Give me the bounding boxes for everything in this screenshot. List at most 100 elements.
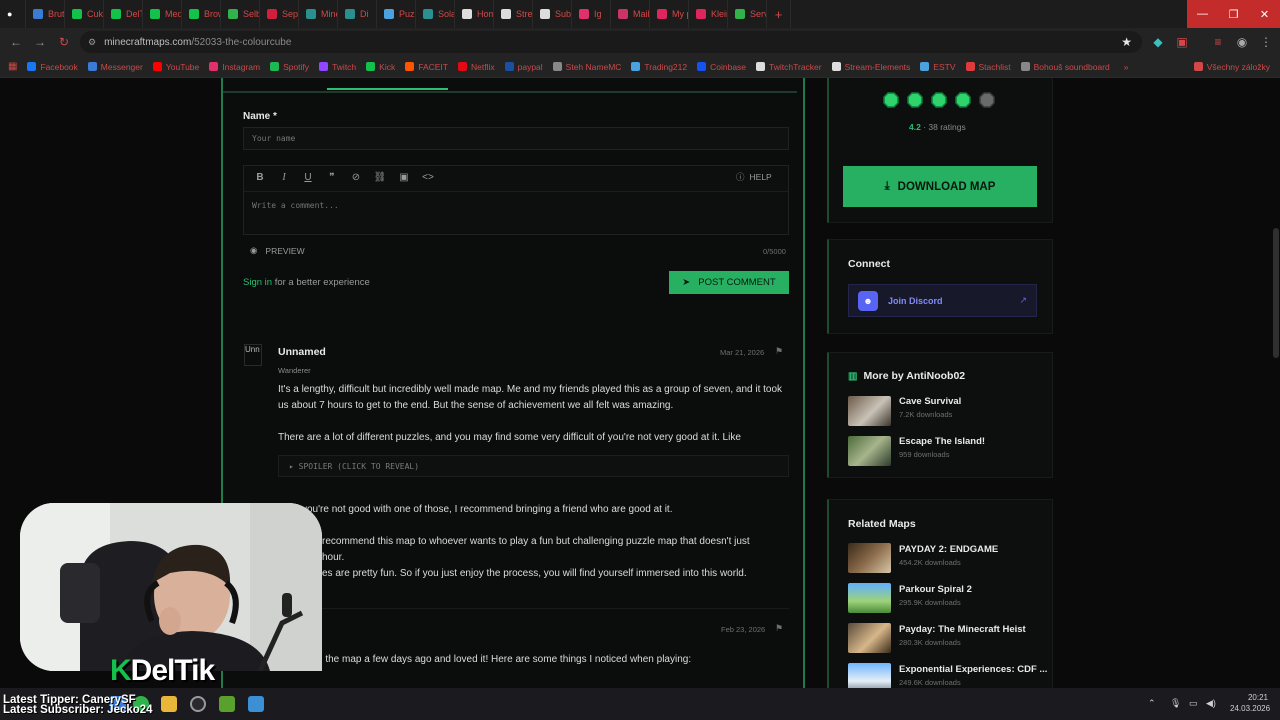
bookmark-star-icon[interactable]: ★ — [1121, 35, 1132, 49]
extension-icon[interactable]: ◆ — [1146, 30, 1170, 54]
network-icon[interactable]: ▭ — [1189, 698, 1198, 709]
browser-menu-button[interactable]: ● — [0, 0, 26, 28]
browser-tab[interactable]: Meduo — [143, 0, 182, 28]
browser-tab[interactable]: Minec — [299, 0, 338, 28]
app-icon[interactable] — [248, 696, 264, 712]
site-info-icon[interactable]: ⚙ — [88, 37, 96, 48]
comment-author[interactable]: Unnamed — [278, 346, 326, 358]
back-icon[interactable]: ← — [4, 30, 28, 54]
map-thumbnail[interactable] — [848, 583, 891, 613]
browser-tab[interactable]: Selbou — [221, 0, 260, 28]
close-window-button[interactable]: ✕ — [1249, 0, 1280, 28]
page-scrollbar-thumb[interactable] — [1273, 228, 1279, 358]
extension-icon[interactable]: ▣ — [1170, 30, 1194, 54]
tray-overflow-icon[interactable]: ⌃ — [1148, 698, 1156, 709]
file-explorer-icon[interactable] — [161, 696, 177, 712]
bookmark-item[interactable]: Coinbase — [697, 62, 746, 72]
minimize-button[interactable]: — — [1187, 0, 1218, 28]
browser-tab[interactable]: Mail — [611, 0, 650, 28]
profile-avatar-icon[interactable]: ◉ — [1230, 30, 1254, 54]
underline-icon[interactable]: U — [300, 169, 316, 185]
bookmark-item[interactable]: Messenger — [87, 62, 143, 72]
volume-icon[interactable]: ◀) — [1206, 698, 1216, 709]
sign-in-link[interactable]: Sign in — [243, 277, 272, 288]
bold-icon[interactable]: B — [252, 169, 268, 185]
browser-tab[interactable]: Subar — [533, 0, 572, 28]
url-field[interactable]: ⚙ minecraftmaps.com/52033-the-colourcube… — [80, 31, 1142, 53]
map-title[interactable]: Exponential Experiences: CDF ... — [899, 664, 1047, 675]
clock[interactable]: 20:21 24.03.2026 — [1230, 692, 1270, 714]
extension-icon[interactable]: ≡ — [1206, 30, 1230, 54]
new-tab-button[interactable]: + — [767, 0, 791, 28]
bookmark-item[interactable]: Facebook — [27, 62, 78, 72]
preview-toggle[interactable]: ◉ PREVIEW — [250, 245, 305, 256]
browser-tab[interactable]: Server — [728, 0, 767, 28]
emerald-filled-icon[interactable] — [931, 92, 947, 108]
italic-icon[interactable]: I — [276, 169, 292, 185]
bookmarks-overflow-icon[interactable]: » — [1124, 62, 1129, 72]
map-thumbnail[interactable] — [848, 543, 891, 573]
bookmark-item[interactable]: Netflix — [457, 62, 495, 72]
browser-tab[interactable]: Ig — [572, 0, 611, 28]
bookmark-item[interactable]: YouTube — [152, 62, 199, 72]
bookmark-item[interactable]: Twitch — [319, 62, 356, 72]
bookmark-item[interactable]: Trading212 — [631, 62, 687, 72]
download-map-button[interactable]: ⤓ DOWNLOAD MAP — [843, 166, 1037, 207]
code-icon[interactable]: <> — [420, 169, 436, 185]
browser-tab[interactable]: Solar c — [416, 0, 455, 28]
report-flag-icon[interactable]: ⚑ — [775, 346, 783, 357]
image-icon[interactable]: ▣ — [396, 169, 412, 185]
maximize-button[interactable]: ❐ — [1218, 0, 1249, 28]
reload-icon[interactable]: ↻ — [52, 30, 76, 54]
browser-tab[interactable]: DelTik — [104, 0, 143, 28]
browser-tab[interactable]: My pe — [650, 0, 689, 28]
spoiler-toggle[interactable]: ▸ SPOILER (CLICK TO REVEAL) — [278, 455, 789, 477]
bookmark-item[interactable]: Stachlist — [965, 62, 1011, 72]
all-bookmarks-folder[interactable]: Všechny záložky — [1193, 62, 1270, 72]
browser-menu-icon[interactable]: ⋮ — [1254, 30, 1278, 54]
bookmark-item[interactable]: Bohouš soundboard — [1020, 62, 1110, 72]
spoiler-eye-off-icon[interactable]: ⊘ — [348, 169, 364, 185]
bookmark-item[interactable]: Instagram — [209, 62, 260, 72]
report-flag-icon[interactable]: ⚑ — [775, 623, 783, 634]
obs-icon[interactable] — [190, 696, 206, 712]
bookmark-item[interactable]: Kick — [366, 62, 395, 72]
forward-icon[interactable]: → — [28, 30, 52, 54]
quote-icon[interactable]: ❞ — [324, 169, 340, 185]
join-discord-button[interactable]: ☻ Join Discord ↗ — [848, 284, 1037, 317]
browser-tab[interactable]: Di — [338, 0, 377, 28]
map-title[interactable]: Cave Survival — [899, 396, 961, 407]
bookmark-item[interactable]: Steh NameMC — [552, 62, 621, 72]
browser-tab[interactable]: Stream — [494, 0, 533, 28]
map-thumbnail[interactable] — [848, 663, 891, 688]
bookmark-item[interactable]: TwitchTracker — [756, 62, 822, 72]
bookmark-item[interactable]: paypal — [504, 62, 543, 72]
map-title[interactable]: Parkour Spiral 2 — [899, 584, 972, 595]
browser-tab[interactable]: Seplor — [260, 0, 299, 28]
bookmark-item[interactable]: ESTV — [920, 62, 956, 72]
browser-tab[interactable]: Browsr — [182, 0, 221, 28]
emerald-filled-icon[interactable] — [883, 92, 899, 108]
microphone-icon[interactable]: 🎙 — [1170, 698, 1181, 709]
emerald-filled-icon[interactable] — [907, 92, 923, 108]
browser-tab[interactable]: Cuky2 — [65, 0, 104, 28]
map-title[interactable]: PAYDAY 2: ENDGAME — [899, 544, 998, 555]
browser-tab[interactable]: Home — [455, 0, 494, 28]
link-icon[interactable]: ⛓ — [372, 169, 388, 185]
map-title[interactable]: Payday: The Minecraft Heist — [899, 624, 1026, 635]
post-comment-button[interactable]: ➤ POST COMMENT — [669, 271, 789, 294]
bookmark-item[interactable]: Stream-Elements — [831, 62, 910, 72]
map-thumbnail[interactable] — [848, 396, 891, 426]
emerald-filled-icon[interactable] — [955, 92, 971, 108]
map-thumbnail[interactable] — [848, 436, 891, 466]
browser-tab[interactable]: Brutho — [26, 0, 65, 28]
help-button[interactable]: ⓘ HELP — [736, 171, 772, 183]
map-thumbnail[interactable] — [848, 623, 891, 653]
browser-tab[interactable]: Puzzle — [377, 0, 416, 28]
bookmark-item[interactable]: Spotify — [270, 62, 309, 72]
browser-tab[interactable]: Kleiro — [689, 0, 728, 28]
name-input[interactable] — [243, 127, 789, 150]
comment-textarea[interactable] — [244, 193, 788, 234]
minecraft-icon[interactable] — [219, 696, 235, 712]
emerald-empty-icon[interactable] — [979, 92, 995, 108]
